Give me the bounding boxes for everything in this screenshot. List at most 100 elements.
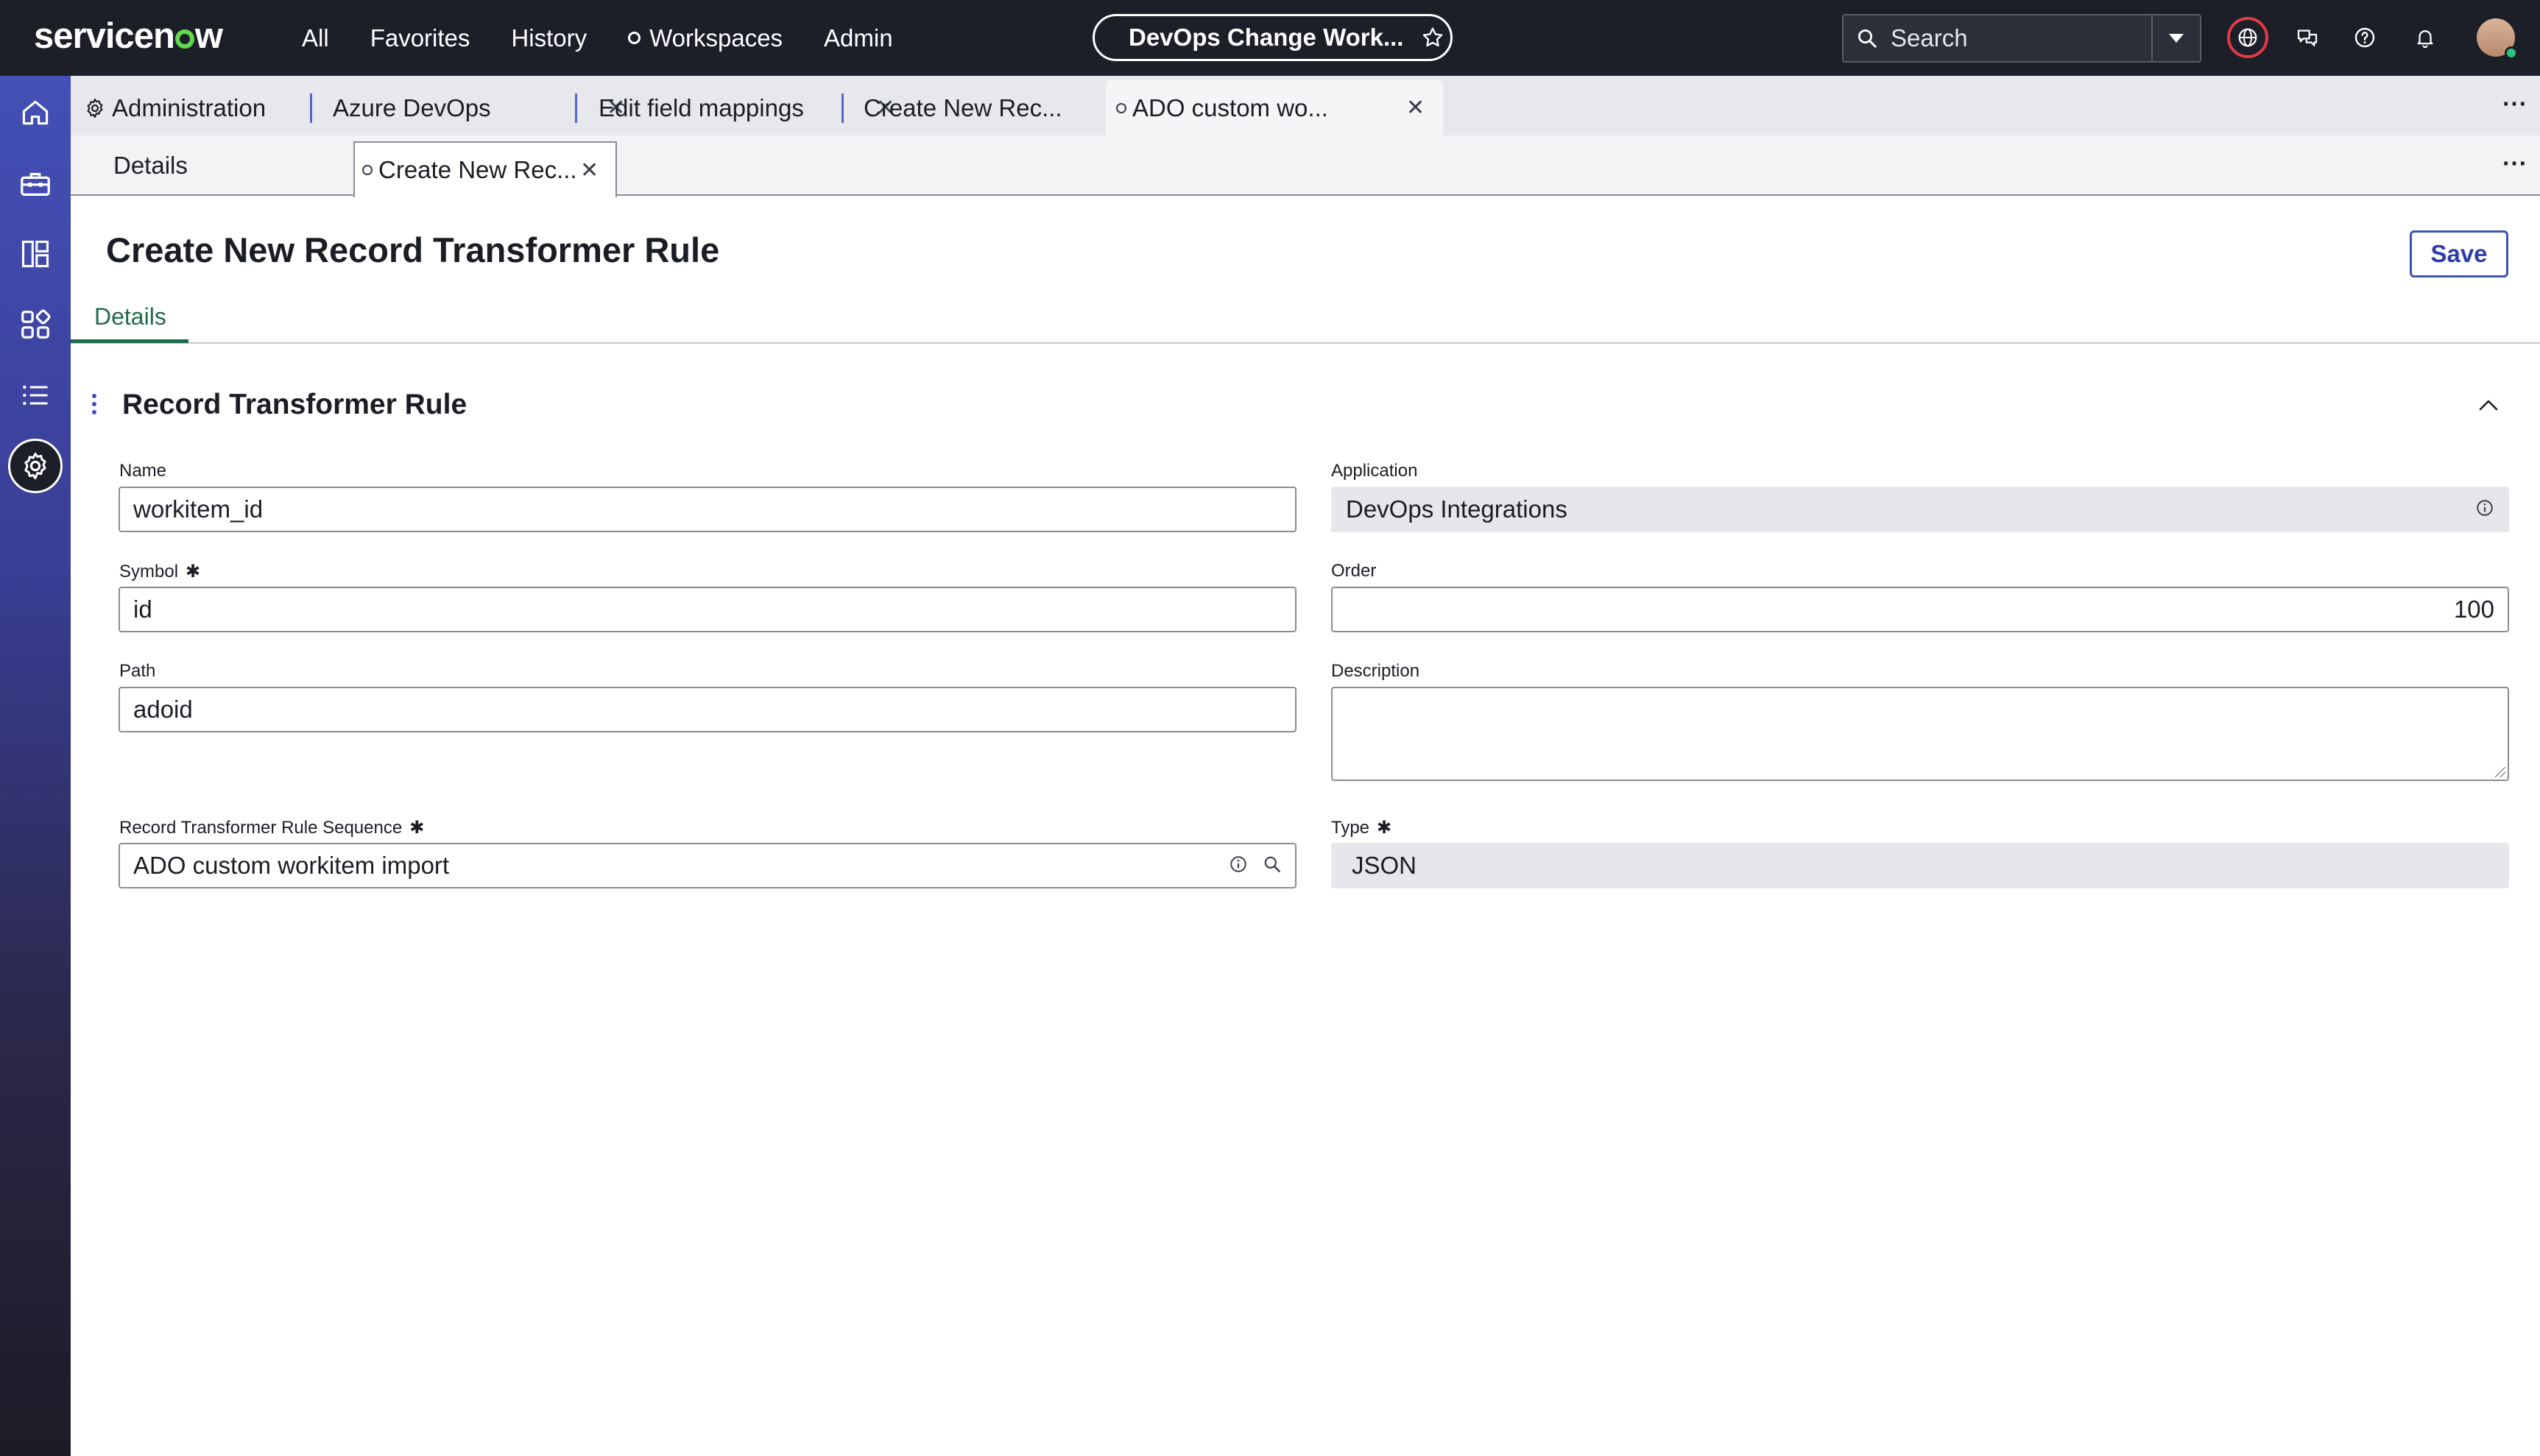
description-textarea[interactable]: [1331, 687, 2509, 781]
app-tabs-overflow-menu[interactable]: ⋯: [2502, 89, 2527, 119]
active-tab-underline: [71, 339, 188, 343]
close-icon[interactable]: ✕: [1406, 95, 1425, 121]
list-icon: [23, 385, 48, 406]
nav-all[interactable]: All: [302, 24, 329, 52]
chevron-up-icon: [2479, 400, 2498, 411]
drag-dot: [92, 402, 96, 406]
application-field-value: DevOps Integrations: [1346, 495, 1567, 523]
layout-panels-icon: [21, 240, 49, 268]
tab-azure-devops[interactable]: Azure DevOps ✕: [333, 80, 638, 135]
rail-layout[interactable]: [0, 225, 71, 283]
close-icon[interactable]: ✕: [580, 158, 599, 183]
description-label: Description: [1331, 661, 1419, 682]
order-label: Order: [1331, 561, 1376, 582]
application-label-text: Application: [1331, 461, 1418, 481]
order-field-value: 100: [2453, 596, 2494, 623]
search-scope-dropdown[interactable]: [2151, 15, 2200, 61]
gear-icon: [87, 98, 103, 118]
required-icon: ✱: [1377, 818, 1392, 838]
nav-favorites[interactable]: Favorites: [370, 24, 470, 52]
description-label-text: Description: [1331, 661, 1420, 681]
rail-list[interactable]: [0, 366, 71, 425]
nav-history[interactable]: History: [511, 24, 587, 52]
form-tab-details[interactable]: Details: [94, 303, 166, 331]
main-nav: All Favorites History Workspaces Admin: [302, 0, 893, 76]
tab-edit-field-mappings-label: Edit field mappings: [599, 93, 804, 121]
left-navigation-rail: [0, 76, 71, 1456]
form-tab-bar: Details: [71, 294, 2540, 344]
unsaved-dot-icon: [362, 165, 373, 175]
tab-create-new-record-label: Create New Rec...: [864, 93, 1062, 121]
application-label: Application: [1331, 461, 1417, 481]
save-button[interactable]: Save: [2410, 230, 2508, 278]
resize-handle-icon[interactable]: [2495, 767, 2505, 777]
drag-dot: [92, 410, 96, 414]
sequence-field-value: ADO custom workitem import: [133, 852, 450, 879]
search-input[interactable]: Search: [1891, 24, 2151, 52]
order-field[interactable]: 100: [1331, 587, 2509, 632]
global-search[interactable]: Search: [1842, 14, 2201, 63]
notifications-button[interactable]: [2405, 17, 2446, 58]
nav-workspaces-label: Workspaces: [649, 24, 783, 52]
help-button[interactable]: [2344, 17, 2385, 58]
name-field-value: workitem_id: [133, 495, 264, 523]
user-avatar[interactable]: [2477, 18, 2518, 60]
rail-toolbox[interactable]: [0, 154, 71, 213]
top-navigation-bar: servicen w All Favorites History Workspac…: [0, 0, 2540, 76]
name-label-text: Name: [119, 461, 167, 481]
tab-azure-devops-label: Azure DevOps: [333, 93, 491, 121]
record-tabs-overflow-menu[interactable]: ⋯: [2502, 149, 2527, 178]
star-icon[interactable]: [1421, 26, 1444, 49]
required-icon: ✱: [409, 818, 425, 838]
section-drag-handle[interactable]: [91, 394, 97, 414]
info-icon[interactable]: [1229, 852, 1248, 880]
info-icon[interactable]: [2475, 495, 2494, 523]
nav-workspaces[interactable]: Workspaces: [628, 24, 783, 52]
context-pill[interactable]: DevOps Change Work...: [1093, 14, 1453, 61]
subtab-create-new-record[interactable]: Create New Rec... ✕: [353, 141, 617, 197]
workspace-status-icon: [628, 31, 641, 44]
tab-ado-custom-workitem-label: ADO custom wo...: [1132, 93, 1328, 121]
symbol-field[interactable]: id: [119, 587, 1297, 632]
lookup-search-icon[interactable]: [1263, 852, 1282, 880]
type-label-text: Type: [1331, 817, 1370, 838]
application-field: DevOps Integrations: [1331, 487, 2509, 532]
path-field[interactable]: adoid: [119, 687, 1297, 732]
record-tab-bar: Details Create New Rec... ✕ ⋯: [71, 135, 2540, 197]
logo-o-mark: [174, 29, 194, 49]
type-label: Type ✱: [1331, 817, 1391, 838]
context-pill-label: DevOps Change Work...: [1129, 24, 1404, 51]
bell-icon: [2417, 30, 2433, 49]
symbol-field-value: id: [133, 596, 152, 623]
nav-admin[interactable]: Admin: [824, 24, 893, 52]
name-field[interactable]: workitem_id: [119, 487, 1297, 532]
online-status-dot: [2505, 46, 2518, 60]
servicenow-logo[interactable]: servicen w: [34, 10, 223, 62]
gear-icon: [24, 452, 46, 480]
rail-apps[interactable]: [0, 295, 71, 354]
globe-icon: [2238, 28, 2257, 47]
chat-button[interactable]: [2287, 17, 2328, 58]
tab-separator: [310, 93, 312, 123]
rail-settings[interactable]: [0, 437, 71, 495]
section-title: Record Transformer Rule: [122, 389, 468, 420]
home-icon: [22, 100, 49, 125]
language-globe-button[interactable]: [2227, 17, 2268, 58]
app-tab-bar: Administration Azure DevOps ✕ Edit field…: [71, 76, 2540, 135]
required-icon: ✱: [186, 562, 201, 582]
tab-edit-field-mappings[interactable]: Edit field mappings ✕: [599, 80, 908, 135]
tab-ado-custom-workitem[interactable]: ADO custom wo... ✕: [1106, 80, 1443, 135]
tab-separator: [842, 93, 844, 123]
chat-icon: [2297, 29, 2318, 46]
tab-administration[interactable]: Administration: [84, 80, 305, 135]
subtab-details[interactable]: Details: [113, 135, 188, 196]
rail-home[interactable]: [0, 83, 71, 142]
tab-separator: [575, 93, 577, 123]
sequence-reference-field[interactable]: ADO custom workitem import: [119, 843, 1297, 888]
order-label-text: Order: [1331, 561, 1377, 581]
section-collapse-button[interactable]: [2474, 390, 2503, 420]
drag-dot: [92, 394, 96, 398]
rail-settings-active-indicator: [8, 439, 63, 493]
name-label: Name: [119, 461, 166, 481]
toolbox-icon: [21, 172, 50, 196]
